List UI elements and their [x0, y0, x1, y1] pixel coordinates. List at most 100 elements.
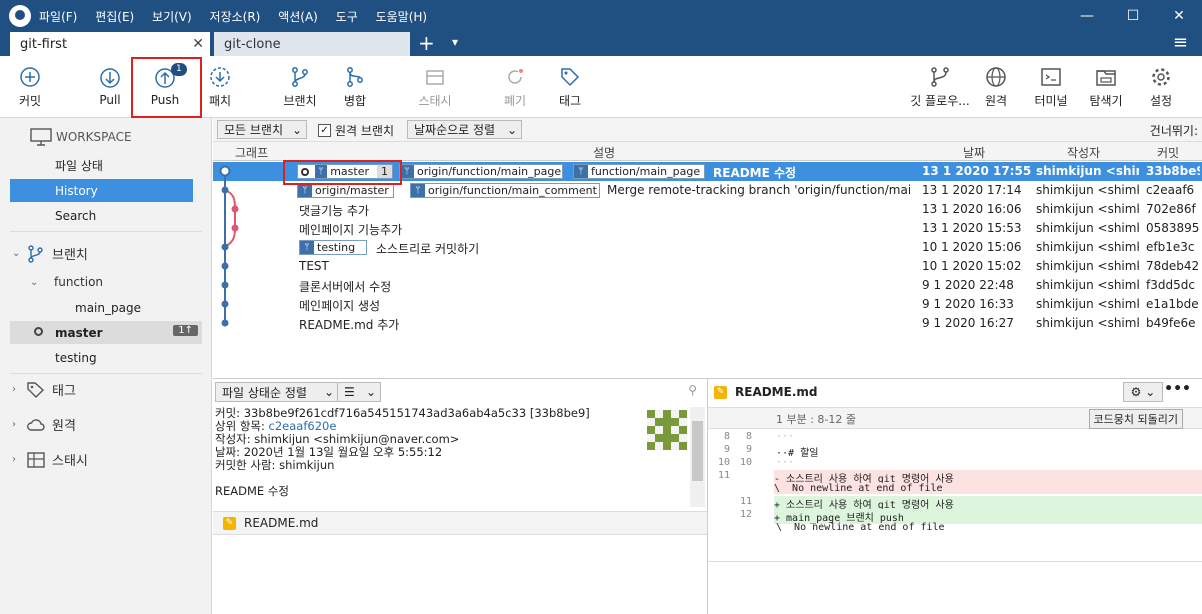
- tags-header[interactable]: › 태그: [12, 380, 76, 399]
- old-line-number: 8: [723, 431, 730, 442]
- diff-text: ···: [776, 431, 795, 442]
- search-icon[interactable]: ⚲: [688, 383, 697, 397]
- sidebar-item-search[interactable]: Search: [10, 204, 193, 227]
- commit-row[interactable]: README.md 추가 9 1 2020 16:27 shimkijun <s…: [213, 314, 1202, 333]
- explorer-button[interactable]: 탐색기: [1076, 56, 1136, 118]
- branch-folder-function[interactable]: ⌄ function: [30, 275, 103, 289]
- stash-button[interactable]: 스태시: [405, 56, 465, 118]
- revert-hunk-button[interactable]: 코드뭉치 되돌리기: [1088, 409, 1183, 429]
- branches-header[interactable]: ⌄ 브랜치: [12, 244, 88, 263]
- minimize-button[interactable]: —: [1064, 0, 1110, 32]
- column-author[interactable]: 작성자: [1067, 144, 1100, 161]
- tag-label: 태그: [558, 93, 582, 108]
- git-flow-button[interactable]: 깃 플로우...: [905, 56, 975, 118]
- menu-tools[interactable]: 도구: [336, 10, 358, 24]
- commit-row[interactable]: ᛘ testing 소스트리로 커밋하기 10 1 2020 15:06 shim…: [213, 238, 1202, 257]
- menu-repository[interactable]: 저장소(R): [210, 10, 261, 24]
- commit-hash: e1a1bde: [1146, 297, 1199, 311]
- list-icon: ☰: [344, 385, 355, 399]
- filter-bar: 모든 브랜치 ⌄ ✓ 원격 브랜치 날짜순으로 정렬 ⌄ 건너뛰기:: [213, 118, 1202, 142]
- remotes-header[interactable]: › 원격: [12, 415, 76, 434]
- all-branches-dropdown[interactable]: 모든 브랜치 ⌄: [217, 120, 307, 139]
- close-button[interactable]: ✕: [1156, 0, 1202, 32]
- commit-row[interactable]: 메인페이지 생성 9 1 2020 16:33 shimkijun <shimk…: [213, 295, 1202, 314]
- menu-view[interactable]: 보기(V): [152, 10, 192, 24]
- commit-row[interactable]: 클론서버에서 수정 9 1 2020 22:48 shimkijun <shim…: [213, 276, 1202, 295]
- commit-date: 10 1 2020 15:06: [922, 240, 1022, 254]
- title-bar: 파일(F) 편집(E) 보기(V) 저장소(R) 액션(A) 도구 도움말(H)…: [0, 0, 1202, 32]
- new-tab-button[interactable]: +: [418, 32, 435, 54]
- date-value: 2020년 1월 13일 월요일 오후 5:55:12: [243, 445, 443, 459]
- terminal-button[interactable]: 터미널: [1021, 56, 1081, 118]
- sourcetree-logo-icon: [9, 5, 31, 27]
- hamburger-menu-icon[interactable]: ≡: [1173, 32, 1188, 54]
- column-commit[interactable]: 커밋: [1157, 144, 1179, 161]
- file-sort-dropdown[interactable]: 파일 상태순 정렬 ⌄: [215, 382, 339, 402]
- tag-button[interactable]: 태그: [540, 56, 600, 118]
- tab-git-clone[interactable]: git-clone: [214, 32, 410, 56]
- commit-row[interactable]: TEST 10 1 2020 15:02 shimkijun <shimki 7…: [213, 257, 1202, 276]
- menu-actions[interactable]: 액션(A): [278, 10, 318, 24]
- close-tab-icon[interactable]: ✕: [192, 36, 204, 52]
- sidebar-item-history[interactable]: History: [10, 179, 193, 202]
- sidebar: WORKSPACE 파일 상태 History Search ⌄ 브랜치 ⌄ f…: [0, 118, 212, 614]
- diff-settings-dropdown[interactable]: ⚙ ⌄: [1123, 382, 1163, 402]
- master-highlight-box: [283, 160, 402, 185]
- committer-value: shimkijun: [279, 458, 335, 472]
- commit-button[interactable]: 커밋: [0, 56, 60, 118]
- view-mode-dropdown[interactable]: ☰ ⌄: [337, 382, 381, 402]
- diff-line: 9 9 ··# 할일: [708, 444, 1202, 459]
- changed-file-row[interactable]: ✎ README.md: [213, 511, 707, 535]
- scrollbar-thumb[interactable]: [692, 421, 703, 481]
- sidebar-item-master[interactable]: master 1↑: [10, 321, 202, 344]
- sidebar-divider: [10, 231, 202, 232]
- menu-edit[interactable]: 편집(E): [95, 10, 134, 24]
- graph-node: [231, 205, 239, 213]
- column-description[interactable]: 설명: [593, 144, 615, 161]
- new-line-number: 12: [739, 509, 752, 520]
- menu-help[interactable]: 도움말(H): [376, 10, 428, 24]
- new-line-number: 11: [739, 496, 752, 507]
- diff-line: 8 8 ···: [708, 431, 1202, 444]
- commit-row[interactable]: 댓글기능 추가 13 1 2020 16:06 shimkijun <shimk…: [213, 200, 1202, 219]
- graph-node: [231, 224, 239, 232]
- branch-button[interactable]: 브랜치: [270, 56, 330, 118]
- remote-branches-checkbox[interactable]: ✓ 원격 브랜치: [318, 122, 394, 139]
- settings-button[interactable]: 설정: [1131, 56, 1191, 118]
- commit-details-panel: 파일 상태순 정렬 ⌄ ☰ ⌄ ⚲ 커밋: 33b8be9f261cdf716a54…: [213, 378, 707, 614]
- branch-label-origin-main-comment: ᛘ origin/function/main_comment: [410, 183, 600, 198]
- diff-divider: [708, 561, 1202, 562]
- parent-commit-link[interactable]: c2eaaf620e: [269, 419, 337, 433]
- stashes-header[interactable]: › 스태시: [12, 450, 88, 469]
- explorer-label: 탐색기: [1089, 93, 1123, 108]
- commit-author: shimkijun <shimki: [1036, 278, 1139, 292]
- sidebar-item-main-page[interactable]: main_page: [10, 296, 193, 319]
- branch-label-origin-main-page: ᛘ origin/function/main_page: [399, 164, 563, 179]
- branch-folder-label: function: [54, 275, 104, 289]
- merge-button[interactable]: 병합: [325, 56, 385, 118]
- details-scrollbar[interactable]: [690, 407, 705, 507]
- more-options-icon[interactable]: •••: [1164, 381, 1191, 397]
- tag-icon: [561, 67, 580, 86]
- jump-to-label: 건너뛰기:: [1149, 124, 1198, 138]
- diff-line: 11 + 소스트리 사용 하여 git 명령어 사용: [708, 496, 1202, 511]
- info-label: 커밋한 사람:: [215, 458, 276, 472]
- patch-icon: [210, 66, 230, 87]
- terminal-label: 터미널: [1034, 93, 1068, 108]
- diff-line: 10 10 ···: [708, 457, 1202, 470]
- discard-button[interactable]: 폐기: [485, 56, 545, 118]
- commit-row[interactable]: 메인페이지 기능추가 13 1 2020 15:53 shimkijun <sh…: [213, 219, 1202, 238]
- sidebar-item-testing[interactable]: testing: [10, 346, 193, 369]
- tab-git-first[interactable]: git-first ✕: [10, 32, 210, 56]
- commit-author: shimkijun <shimki: [1036, 221, 1139, 235]
- sidebar-item-file-status[interactable]: 파일 상태: [10, 154, 193, 177]
- tab-dropdown-icon[interactable]: ▾: [452, 35, 458, 49]
- menu-file[interactable]: 파일(F): [39, 10, 77, 24]
- sort-dropdown[interactable]: 날짜순으로 정렬 ⌄: [407, 120, 522, 139]
- column-date[interactable]: 날짜: [963, 144, 985, 161]
- commit-author: shimkijun <shimki: [1036, 202, 1139, 216]
- column-graph[interactable]: 그래프: [235, 144, 268, 161]
- maximize-button[interactable]: ☐: [1110, 0, 1156, 32]
- commit-description: 메인페이지 기능추가: [299, 223, 403, 237]
- remote-button[interactable]: 원격: [966, 56, 1026, 118]
